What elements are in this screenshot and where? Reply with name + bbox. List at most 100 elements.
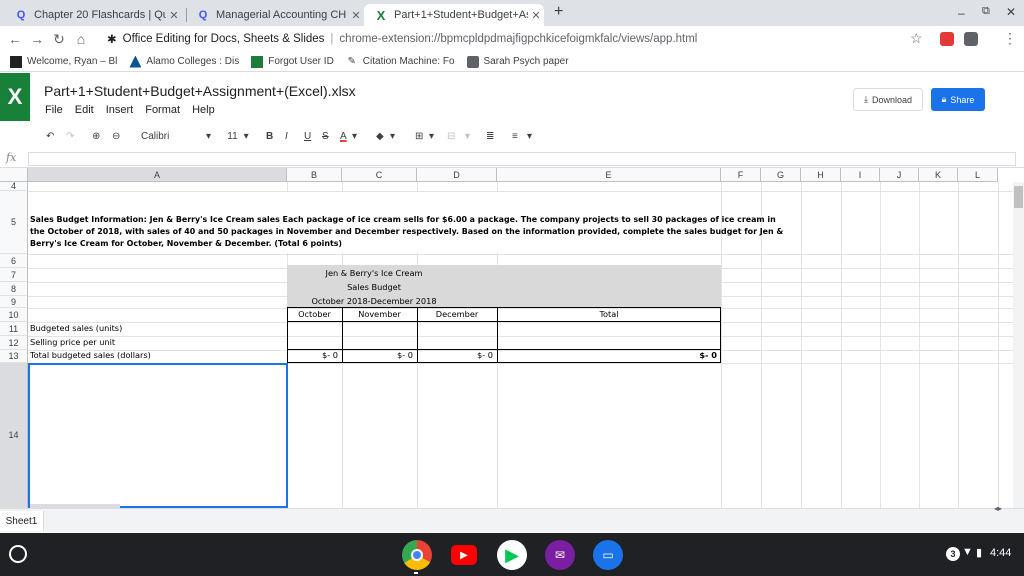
column-header-f[interactable]: F bbox=[721, 168, 761, 182]
column-header-e[interactable]: E bbox=[497, 168, 721, 182]
select-all-corner[interactable] bbox=[0, 168, 28, 182]
files-icon[interactable]: ▭ bbox=[593, 540, 623, 570]
bookmark-sarah-psych[interactable]: Sarah Psych paper bbox=[466, 55, 569, 68]
chevron-down-icon[interactable]: ▾ bbox=[429, 128, 434, 144]
formula-input[interactable] bbox=[28, 152, 1016, 166]
sheet-tab-sheet1[interactable]: Sheet1 bbox=[0, 511, 44, 531]
browser-tab-quizlet-flashcards[interactable]: Q Chapter 20 Flashcards | Quizlet ✕ bbox=[4, 4, 182, 26]
row-header-11[interactable]: 11 bbox=[0, 322, 28, 336]
close-icon[interactable]: ✕ bbox=[348, 9, 364, 22]
notification-badge[interactable]: 3 bbox=[946, 547, 960, 561]
reload-icon[interactable]: ↻ bbox=[48, 31, 70, 48]
scroll-arrows-icon[interactable]: ◂▸ bbox=[994, 504, 1002, 513]
messages-icon[interactable]: ✉ bbox=[545, 540, 575, 570]
strikethrough-icon[interactable]: S bbox=[322, 128, 329, 144]
align-icon[interactable]: ≡ bbox=[512, 128, 518, 144]
row-header-10[interactable]: 10 bbox=[0, 308, 28, 322]
zoom-in-icon[interactable]: ⊕ bbox=[92, 128, 100, 144]
extension-icon[interactable] bbox=[964, 32, 978, 46]
bold-icon[interactable]: B bbox=[266, 128, 273, 144]
back-icon[interactable]: ← bbox=[4, 31, 26, 47]
font-size-select[interactable]: 11 ▾ bbox=[224, 128, 252, 144]
new-tab-button[interactable]: + bbox=[554, 3, 563, 21]
total-october[interactable]: $- 0 bbox=[287, 350, 338, 360]
menu-file[interactable]: File bbox=[45, 104, 63, 116]
column-header-h[interactable]: H bbox=[801, 168, 841, 182]
browser-tab-managerial-accounting[interactable]: Q Managerial Accounting CH 20 F ✕ bbox=[186, 4, 364, 26]
column-header-j[interactable]: J bbox=[880, 168, 919, 182]
omnibox[interactable]: ✱ Office Editing for Docs, Sheets & Slid… bbox=[107, 29, 933, 49]
bookmark-welcome[interactable]: Welcome, Ryan – Bl bbox=[10, 55, 117, 68]
home-icon[interactable]: ⌂ bbox=[70, 31, 92, 47]
column-header-i[interactable]: I bbox=[841, 168, 880, 182]
close-icon[interactable]: ✕ bbox=[166, 9, 182, 22]
launcher-icon[interactable] bbox=[9, 545, 27, 563]
chevron-down-icon[interactable]: ▾ bbox=[352, 128, 357, 144]
undo-icon[interactable]: ↶ bbox=[46, 128, 54, 144]
zoom-out-icon[interactable]: ⊖ bbox=[112, 128, 120, 144]
bookmark-alamo[interactable]: Alamo Colleges : Dis bbox=[129, 55, 239, 68]
excel-icon: X bbox=[376, 7, 386, 23]
bookmark-citation-machine[interactable]: ✎ Citation Machine: Fo bbox=[346, 56, 455, 68]
youtube-icon[interactable]: ▶ bbox=[451, 545, 477, 565]
selected-cell-a14[interactable] bbox=[28, 363, 288, 508]
merge-cells-icon[interactable]: ⊟ bbox=[447, 128, 455, 144]
row-header-14[interactable]: 14 bbox=[0, 363, 28, 508]
row-header-8[interactable]: 8 bbox=[0, 282, 28, 296]
column-header-l[interactable]: L bbox=[958, 168, 998, 182]
intro-cell[interactable]: Sales Budget Information: Jen & Berry's … bbox=[29, 192, 783, 253]
bookmark-star-icon[interactable]: ☆ bbox=[910, 30, 923, 47]
clock[interactable]: 4:44 bbox=[990, 547, 1011, 559]
column-header-c[interactable]: C bbox=[342, 168, 417, 182]
total-overall[interactable]: $- 0 bbox=[497, 350, 717, 360]
restore-icon[interactable]: ⧉ bbox=[982, 5, 990, 18]
fill-color-icon[interactable]: ◆ bbox=[376, 128, 384, 144]
menu-edit[interactable]: Edit bbox=[75, 104, 94, 116]
row-header-6[interactable]: 6 bbox=[0, 254, 28, 268]
font-family-select[interactable]: Calibri ▾ bbox=[141, 128, 211, 144]
share-button[interactable]: 🔒︎ Share bbox=[931, 88, 985, 111]
menu-format[interactable]: Format bbox=[145, 104, 180, 116]
row-header-9[interactable]: 9 bbox=[0, 296, 28, 308]
play-store-icon[interactable]: ▶ bbox=[497, 540, 527, 570]
bookmark-forgot-user-id[interactable]: Forgot User ID bbox=[251, 55, 334, 68]
download-button[interactable]: ⤓ Download bbox=[853, 88, 923, 111]
forward-icon[interactable]: → bbox=[26, 31, 48, 47]
horizontal-scrollbar-thumb[interactable] bbox=[30, 504, 120, 509]
row-header-4[interactable]: 4 bbox=[0, 181, 28, 191]
window-close-icon[interactable]: ✕ bbox=[1006, 5, 1016, 19]
chevron-down-icon[interactable]: ▾ bbox=[527, 128, 532, 144]
document-title[interactable]: Part+1+Student+Budget+Assignment+(Excel)… bbox=[44, 83, 356, 99]
column-header-g[interactable]: G bbox=[761, 168, 801, 182]
redo-icon[interactable]: ↷ bbox=[66, 128, 74, 144]
browser-menu-icon[interactable]: ⋮ bbox=[1003, 30, 1017, 47]
extension-icon[interactable] bbox=[940, 32, 954, 46]
row-header-7[interactable]: 7 bbox=[0, 268, 28, 282]
row-header-12[interactable]: 12 bbox=[0, 336, 28, 350]
total-november[interactable]: $- 0 bbox=[342, 350, 413, 360]
borders-icon[interactable]: ⊞ bbox=[415, 128, 423, 144]
text-color-icon[interactable]: A bbox=[340, 128, 347, 144]
chrome-icon[interactable] bbox=[402, 540, 432, 570]
vertical-scrollbar[interactable] bbox=[1013, 182, 1024, 508]
total-december[interactable]: $- 0 bbox=[417, 350, 493, 360]
close-icon[interactable]: ✕ bbox=[528, 9, 544, 22]
underline-icon[interactable]: U bbox=[304, 128, 311, 144]
column-header-k[interactable]: K bbox=[919, 168, 958, 182]
scrollbar-thumb[interactable] bbox=[1014, 186, 1023, 208]
menu-help[interactable]: Help bbox=[192, 104, 215, 116]
menu-insert[interactable]: Insert bbox=[106, 104, 134, 116]
column-header-a[interactable]: A bbox=[28, 168, 287, 182]
browser-tab-excel-doc[interactable]: X Part+1+Student+Budget+Assign ✕ bbox=[364, 4, 544, 26]
wrap-text-icon[interactable]: ≣ bbox=[486, 128, 494, 144]
column-header-d[interactable]: D bbox=[417, 168, 497, 182]
minimize-icon[interactable]: – bbox=[958, 6, 965, 20]
spreadsheet-grid[interactable]: A B C D E F G H I J K L 4 5 6 7 8 9 10 1… bbox=[0, 168, 1024, 508]
row-header-13[interactable]: 13 bbox=[0, 350, 28, 363]
column-header-b[interactable]: B bbox=[287, 168, 342, 182]
italic-icon[interactable]: I bbox=[285, 128, 288, 144]
wifi-icon: ▼ bbox=[962, 546, 973, 558]
chevron-down-icon[interactable]: ▾ bbox=[390, 128, 395, 144]
row-header-5[interactable]: 5 bbox=[0, 191, 28, 254]
chevron-down-icon[interactable]: ▾ bbox=[465, 128, 470, 144]
